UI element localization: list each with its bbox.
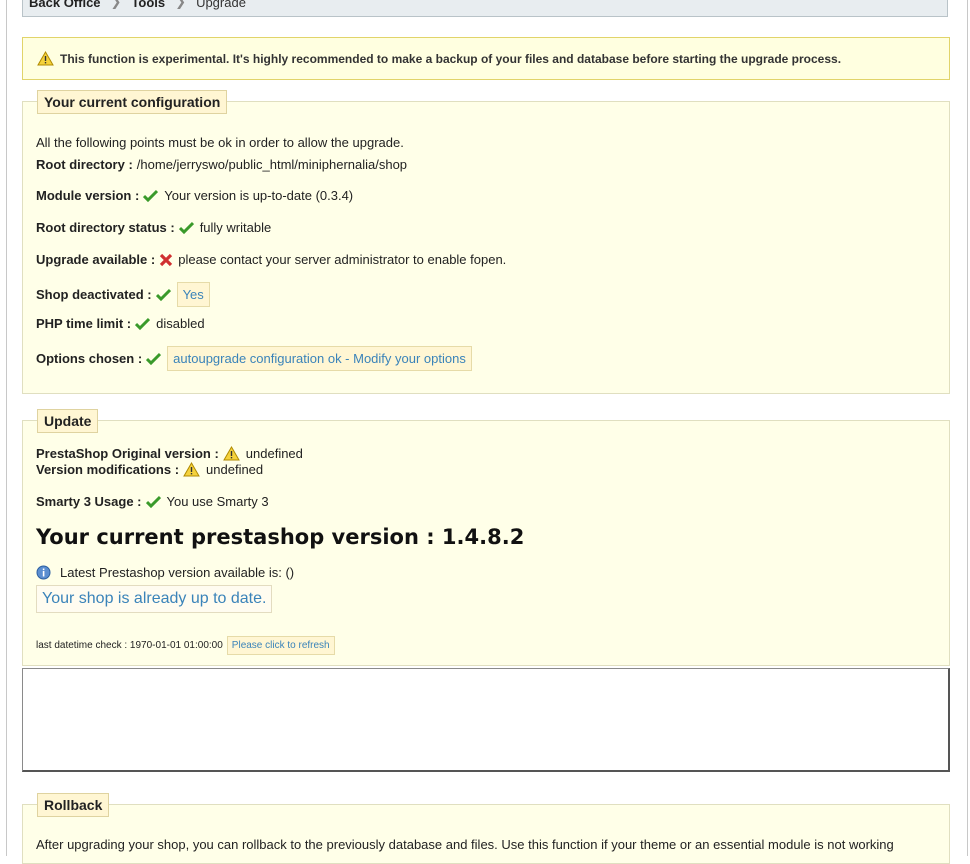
upgrade-available-value: please contact your server administrator… — [178, 252, 507, 267]
warning-text: This function is experimental. It's high… — [60, 51, 842, 66]
rollback-text: After upgrading your shop, you can rollb… — [36, 837, 894, 852]
root-status-label: Root directory status : — [36, 220, 175, 235]
check-icon — [143, 189, 159, 202]
version-mods-label: Version modifications : — [36, 462, 180, 477]
rollback-fieldset: Rollback After upgrading your shop, you … — [22, 793, 950, 864]
shop-deactivated-label: Shop deactivated : — [36, 287, 152, 302]
update-legend: Update — [37, 409, 99, 433]
module-version-value: Your version is up-to-date (0.3.4) — [164, 188, 354, 203]
last-check-text: last datetime check : 1970-01-01 01:00:0… — [36, 640, 223, 651]
experimental-warning: This function is experimental. It's high… — [22, 37, 950, 80]
latest-version-text: Latest Prestashop version available is: … — [60, 565, 295, 580]
root-directory-row: Root directory : /home/jerryswo/public_h… — [36, 157, 407, 172]
original-version-label: PrestaShop Original version : — [36, 446, 219, 461]
smarty-row: Smarty 3 Usage : You use Smarty 3 — [36, 494, 269, 509]
root-directory-value: /home/jerryswo/public_html/miniphernalia… — [136, 157, 408, 172]
configuration-fieldset: Your current configuration All the follo… — [22, 90, 950, 394]
check-icon — [146, 352, 162, 365]
config-intro: All the following points must be ok in o… — [36, 135, 404, 150]
rollback-legend: Rollback — [37, 793, 110, 817]
original-version-value: undefined — [245, 446, 303, 461]
breadcrumb: Back Office ❯ Tools ❯ Upgrade — [22, 0, 948, 17]
configuration-legend: Your current configuration — [37, 90, 228, 114]
update-fieldset: Update PrestaShop Original version : und… — [22, 409, 950, 666]
breadcrumb-back-office[interactable]: Back Office — [29, 0, 101, 10]
options-chosen-label: Options chosen : — [36, 351, 143, 366]
version-mods-row: Version modifications : undefined — [36, 462, 263, 477]
warning-icon — [222, 446, 240, 461]
warning-icon — [183, 462, 200, 477]
current-version-title: Your current prestashop version : 1.4.8.… — [36, 525, 525, 549]
check-icon — [178, 221, 194, 234]
upgrade-available-row: Upgrade available : please contact your … — [36, 252, 506, 267]
original-version-row: PrestaShop Original version : undefined — [36, 446, 303, 461]
breadcrumb-current: Upgrade — [196, 0, 246, 10]
root-status-value: fully writable — [199, 220, 272, 235]
latest-version-row: Latest Prestashop version available is: … — [36, 565, 294, 580]
last-check-row: last datetime check : 1970-01-01 01:00:0… — [36, 636, 335, 655]
options-chosen-row: Options chosen : autoupgrade configurati… — [36, 346, 472, 371]
smarty-value: You use Smarty 3 — [166, 494, 269, 509]
modify-options-link[interactable]: autoupgrade configuration ok - Modify yo… — [167, 346, 472, 371]
check-icon — [155, 288, 171, 301]
check-icon — [135, 317, 151, 330]
chevron-right-icon: ❯ — [110, 0, 122, 9]
refresh-button[interactable]: Please click to refresh — [226, 636, 335, 655]
module-version-label: Module version : — [36, 188, 140, 203]
upgrade-available-label: Upgrade available : — [36, 252, 156, 267]
shop-deactivated-link[interactable]: Yes — [176, 282, 210, 307]
module-version-row: Module version : Your version is up-to-d… — [36, 188, 353, 203]
up-to-date-message: Your shop is already up to date. — [36, 585, 273, 613]
error-icon — [160, 253, 173, 266]
smarty-label: Smarty 3 Usage : — [36, 494, 142, 509]
root-status-row: Root directory status : fully writable — [36, 220, 271, 235]
check-icon — [145, 495, 161, 508]
info-icon — [36, 565, 51, 580]
warning-icon — [37, 51, 54, 66]
chevron-right-icon: ❯ — [175, 0, 187, 9]
root-directory-label: Root directory : — [36, 157, 133, 172]
php-time-limit-label: PHP time limit : — [36, 316, 132, 331]
shop-deactivated-row: Shop deactivated : Yes — [36, 282, 210, 307]
php-time-limit-row: PHP time limit : disabled — [36, 316, 205, 331]
breadcrumb-tools[interactable]: Tools — [131, 0, 165, 10]
php-time-limit-value: disabled — [156, 316, 205, 331]
upgrade-log-area — [22, 668, 950, 772]
version-mods-value: undefined — [206, 462, 264, 477]
